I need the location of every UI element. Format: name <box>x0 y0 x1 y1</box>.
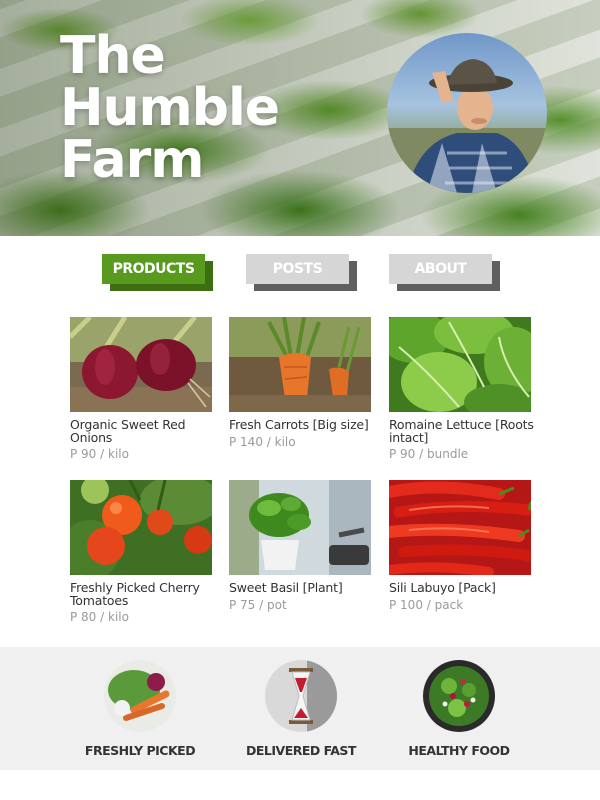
product-name[interactable]: Fresh Carrots [Big size] <box>229 418 374 432</box>
product-price: P 80 / kilo <box>70 610 129 624</box>
product-name[interactable]: Sili Labuyo [Pack] <box>389 581 534 595</box>
site-title-line: Farm <box>60 130 204 190</box>
product-card-sweet-basil[interactable]: Sweet Basil [Plant] P 75 / pot <box>229 480 374 612</box>
product-card-cherry-tomatoes[interactable]: Freshly Picked Cherry Tomatoes P 80 / ki… <box>70 480 215 624</box>
features-footer: FRESHLY PICKED DELIVERED FAST HEALTHY FO… <box>0 647 600 770</box>
hero-banner: The Humble Farm <box>0 0 600 236</box>
product-photo[interactable] <box>229 317 371 412</box>
product-card-red-onions[interactable]: Organic Sweet Red Onions P 90 / kilo <box>70 317 215 461</box>
hourglass-image <box>265 660 337 732</box>
product-name[interactable]: Freshly Picked Cherry Tomatoes <box>70 581 215 607</box>
tab-products[interactable]: PRODUCTS <box>102 254 213 291</box>
tab-posts[interactable]: POSTS <box>246 254 357 291</box>
product-card-carrots[interactable]: Fresh Carrots [Big size] P 140 / kilo <box>229 317 374 449</box>
product-name[interactable]: Sweet Basil [Plant] <box>229 581 374 595</box>
feature-freshly-picked: FRESHLY PICKED <box>55 660 225 758</box>
product-photo[interactable] <box>229 480 371 575</box>
product-price: P 100 / pack <box>389 597 464 612</box>
farmer-avatar <box>387 33 547 193</box>
product-photo[interactable] <box>389 317 531 412</box>
site-title-line: The <box>60 26 166 86</box>
product-photo[interactable] <box>389 480 531 575</box>
salad-image <box>423 660 495 732</box>
product-photo[interactable] <box>70 317 212 412</box>
feature-healthy-food: HEALTHY FOOD <box>374 660 544 758</box>
feature-delivered-fast: DELIVERED FAST <box>216 660 386 758</box>
feature-label: FRESHLY PICKED <box>84 743 196 758</box>
product-price: P 140 / kilo <box>229 434 296 449</box>
product-price: P 90 / kilo <box>70 447 129 461</box>
site-title: The Humble Farm <box>60 30 310 186</box>
feature-label: DELIVERED FAST <box>246 743 356 758</box>
feature-label: HEALTHY FOOD <box>408 743 510 758</box>
site-title-line: Humble <box>60 78 280 138</box>
product-card-sili-labuyo[interactable]: Sili Labuyo [Pack] P 100 / pack <box>389 480 534 612</box>
product-card-romaine[interactable]: Romaine Lettuce [Roots intact] P 90 / bu… <box>389 317 534 461</box>
tab-about-label: ABOUT <box>389 254 492 284</box>
product-name[interactable]: Organic Sweet Red Onions <box>70 418 215 444</box>
product-price: P 90 / bundle <box>389 447 469 461</box>
product-price: P 75 / pot <box>229 597 287 612</box>
tab-about[interactable]: ABOUT <box>389 254 500 291</box>
tab-products-label: PRODUCTS <box>102 254 205 284</box>
tab-posts-label: POSTS <box>246 254 349 284</box>
product-photo[interactable] <box>70 480 212 575</box>
freshly-picked-image <box>104 660 176 732</box>
product-name[interactable]: Romaine Lettuce [Roots intact] <box>389 418 534 444</box>
